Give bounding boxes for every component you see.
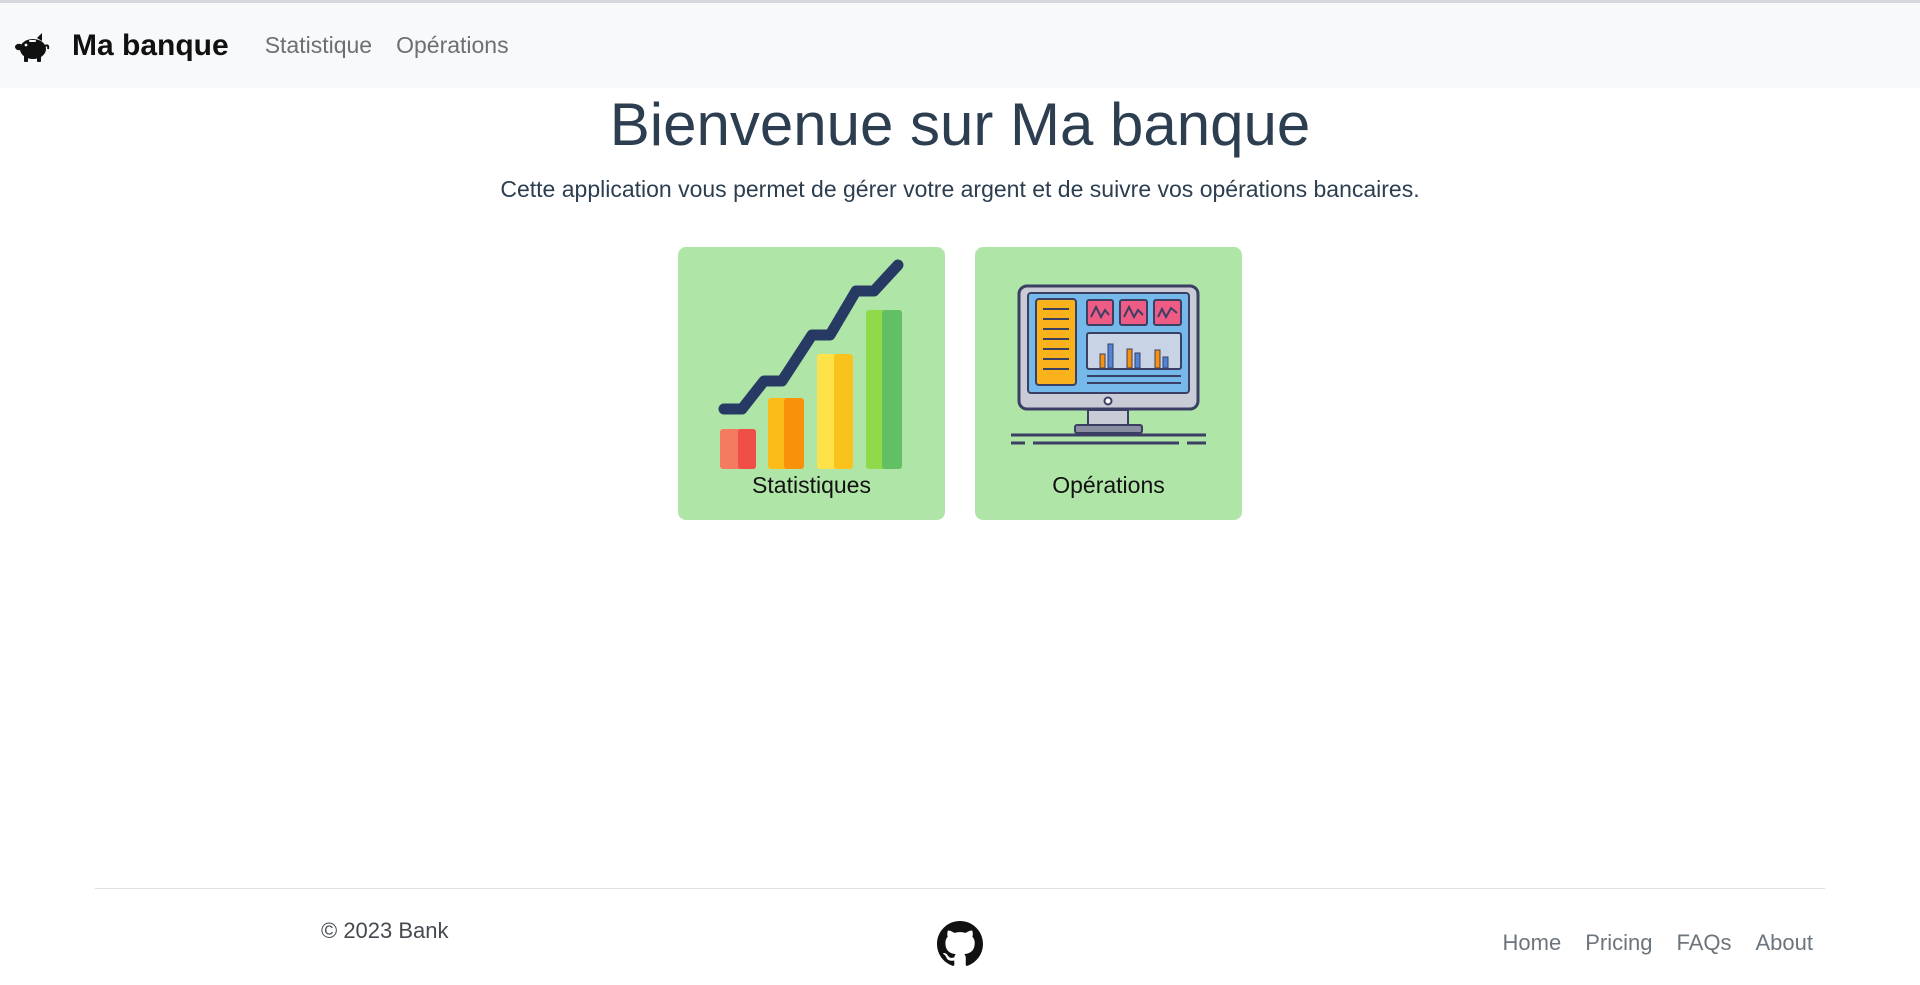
footer-link-home[interactable]: Home xyxy=(1503,930,1562,956)
growth-bar-chart-icon xyxy=(718,259,904,469)
footer-divider xyxy=(95,888,1825,889)
operations-card-label: Opérations xyxy=(1052,472,1165,498)
brand-link[interactable]: Ma banque xyxy=(14,29,229,63)
brand-name: Ma banque xyxy=(72,28,229,62)
github-icon xyxy=(937,921,983,966)
nav-link-operations[interactable]: Opérations xyxy=(396,32,509,59)
statistiques-card[interactable]: Statistiques xyxy=(678,247,945,520)
nav-links: Statistique Opérations xyxy=(265,32,533,59)
nav-link-statistique[interactable]: Statistique xyxy=(265,32,372,59)
operations-card[interactable]: Opérations xyxy=(975,247,1242,520)
copyright-text: © 2023 Bank xyxy=(321,918,449,943)
footer-link-about[interactable]: About xyxy=(1756,930,1814,956)
footer-link-pricing[interactable]: Pricing xyxy=(1585,930,1652,956)
github-link[interactable] xyxy=(937,921,983,967)
footer-link-faqs[interactable]: FAQs xyxy=(1676,930,1731,956)
piggy-bank-icon xyxy=(15,32,50,62)
footer-nav: Home Pricing FAQs About xyxy=(1479,930,1813,956)
monitor-dashboard-icon xyxy=(1011,284,1206,445)
page-subtitle: Cette application vous permet de gérer v… xyxy=(500,176,1420,202)
page-title: Bienvenue sur Ma banque xyxy=(609,91,1311,158)
navbar: Ma banque Statistique Opérations xyxy=(0,0,1920,88)
statistiques-card-label: Statistiques xyxy=(752,472,871,498)
